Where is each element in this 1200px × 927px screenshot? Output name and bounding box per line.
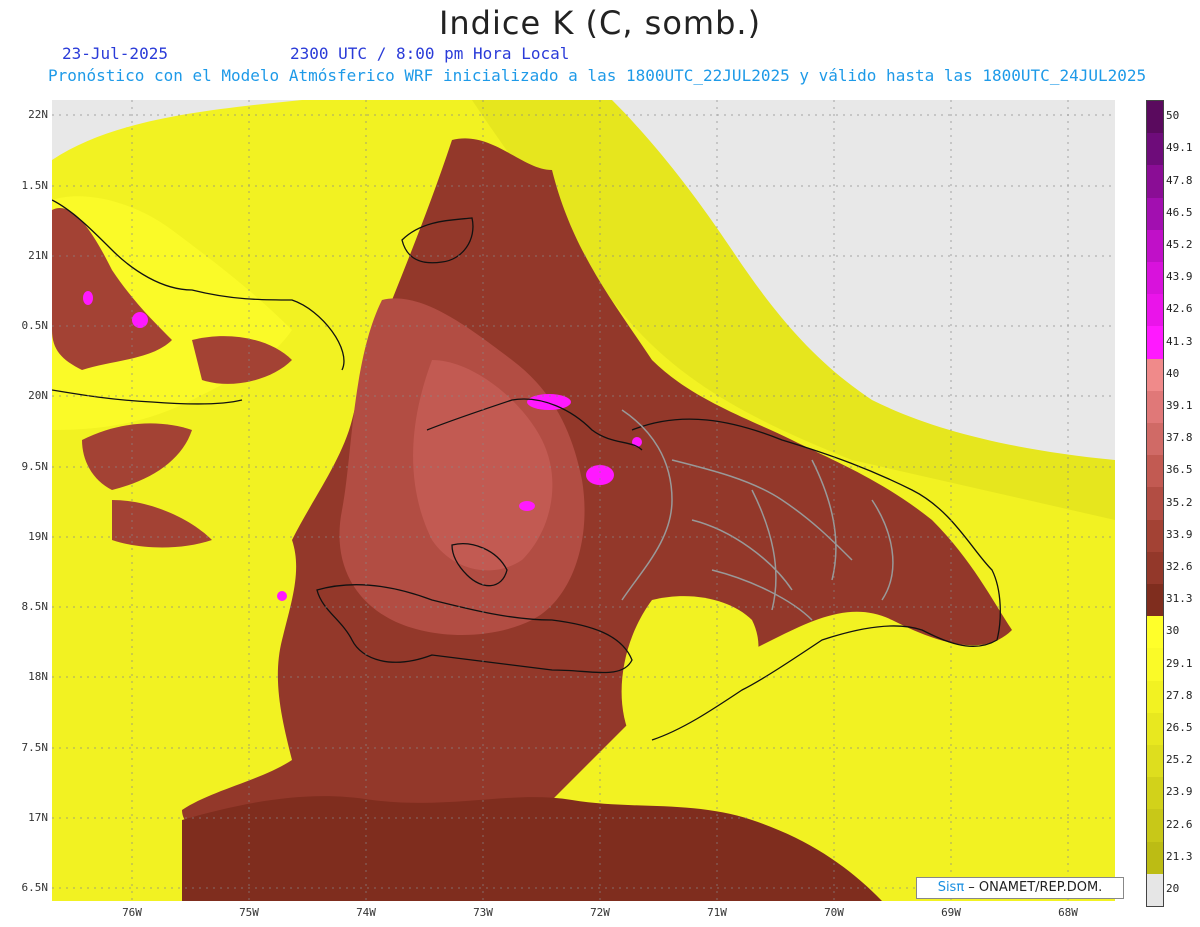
credit-text: – ONAMET/REP.DOM.: [964, 880, 1103, 895]
colorbar-tick-label: 46.5: [1166, 205, 1193, 219]
colorbar-swatch: [1147, 841, 1163, 875]
lon-label: 71W: [707, 906, 727, 919]
colorbar-swatch: [1147, 584, 1163, 617]
lat-label: 9.5N: [21, 460, 49, 473]
colorbar-swatch: [1147, 551, 1163, 585]
forecast-date: 23-Jul-2025: [62, 44, 168, 63]
lat-label: 19N: [28, 530, 48, 543]
lat-label: 20N: [28, 389, 48, 402]
colorbar-tick-label: 50: [1166, 109, 1180, 123]
colorbar-tick-label: 32.6: [1166, 559, 1193, 573]
colorbar-tick-label: 30: [1166, 624, 1180, 638]
colorbar-tick-label: 23.9: [1166, 785, 1193, 799]
lat-label: 22N: [28, 108, 48, 121]
lon-label: 75W: [239, 906, 259, 919]
colorbar-swatch: [1147, 648, 1163, 682]
colorbar-swatch: [1147, 777, 1163, 810]
colorbar-swatch: [1147, 101, 1163, 134]
model-description: Pronóstico con el Modelo Atmósferico WRF…: [48, 66, 1147, 85]
credit-box: Sisπ – ONAMET/REP.DOM.: [916, 877, 1124, 899]
colorbar-tick-label: 41.3: [1166, 334, 1193, 348]
lat-label: 17N: [28, 811, 48, 824]
colorbar-tick-label: 25.2: [1166, 753, 1193, 767]
colorbar-tick-label: 29.1: [1166, 656, 1193, 670]
colorbar-tick-label: 45.2: [1166, 237, 1193, 251]
colorbar-tick-label: 36.5: [1166, 463, 1193, 477]
colorbar-tick-label: 21.3: [1166, 849, 1193, 863]
colorbar-swatch: [1147, 197, 1163, 231]
lon-label: 68W: [1058, 906, 1078, 919]
colorbar-legend: [1146, 100, 1164, 907]
forecast-time: 2300 UTC / 8:00 pm Hora Local: [290, 44, 570, 63]
colorbar-swatch: [1147, 712, 1163, 746]
colorbar-swatch: [1147, 487, 1163, 521]
sispi-logo-text: Sisπ: [937, 880, 965, 895]
lat-label: 7.5N: [21, 741, 49, 754]
k-index-map[interactable]: [52, 100, 1115, 901]
colorbar-tick-label: 39.1: [1166, 398, 1193, 412]
colorbar-swatch: [1147, 133, 1163, 166]
colorbar-tick-label: 37.8: [1166, 431, 1193, 445]
colorbar-tick-label: 31.3: [1166, 592, 1193, 606]
colorbar-tick-label: 27.8: [1166, 688, 1193, 702]
colorbar-swatch: [1147, 809, 1163, 843]
colorbar-tick-label: 42.6: [1166, 302, 1193, 316]
lon-label: 74W: [356, 906, 376, 919]
colorbar-tick-label: 22.6: [1166, 817, 1193, 831]
lon-label: 70W: [824, 906, 844, 919]
colorbar-swatch: [1147, 873, 1163, 907]
lat-label: 18N: [28, 670, 48, 683]
colorbar-swatch: [1147, 165, 1163, 199]
colorbar-swatch: [1147, 745, 1163, 778]
map-title: Indice K (C, somb.): [438, 4, 762, 42]
lon-label: 69W: [941, 906, 961, 919]
colorbar-swatch: [1147, 262, 1163, 295]
colorbar-swatch: [1147, 616, 1163, 649]
colorbar-swatch: [1147, 519, 1163, 553]
colorbar-tick-label: 20: [1166, 881, 1180, 895]
colorbar-tick-label: 26.5: [1166, 720, 1193, 734]
colorbar-tick-label: 33.9: [1166, 527, 1193, 541]
lon-label: 73W: [473, 906, 493, 919]
colorbar-tick-label: 47.8: [1166, 173, 1193, 187]
colorbar-swatch: [1147, 326, 1163, 360]
colorbar-swatch: [1147, 358, 1163, 392]
lon-label: 72W: [590, 906, 610, 919]
colorbar-swatch: [1147, 680, 1163, 714]
colorbar-swatch: [1147, 455, 1163, 488]
colorbar-swatch: [1147, 390, 1163, 424]
lon-label: 76W: [122, 906, 142, 919]
lat-label: 1.5N: [21, 179, 49, 192]
colorbar-tick-label: 49.1: [1166, 141, 1193, 155]
colorbar-swatch: [1147, 229, 1163, 263]
lat-label: 6.5N: [21, 881, 49, 894]
colorbar-swatch: [1147, 423, 1163, 456]
colorbar-tick-label: 40: [1166, 366, 1180, 380]
colorbar-tick-label: 35.2: [1166, 495, 1193, 509]
colorbar-swatch: [1147, 294, 1163, 327]
lat-label: 8.5N: [21, 600, 49, 613]
lat-label: 0.5N: [21, 319, 49, 332]
lat-label: 21N: [28, 249, 48, 262]
colorbar-tick-label: 43.9: [1166, 270, 1193, 284]
